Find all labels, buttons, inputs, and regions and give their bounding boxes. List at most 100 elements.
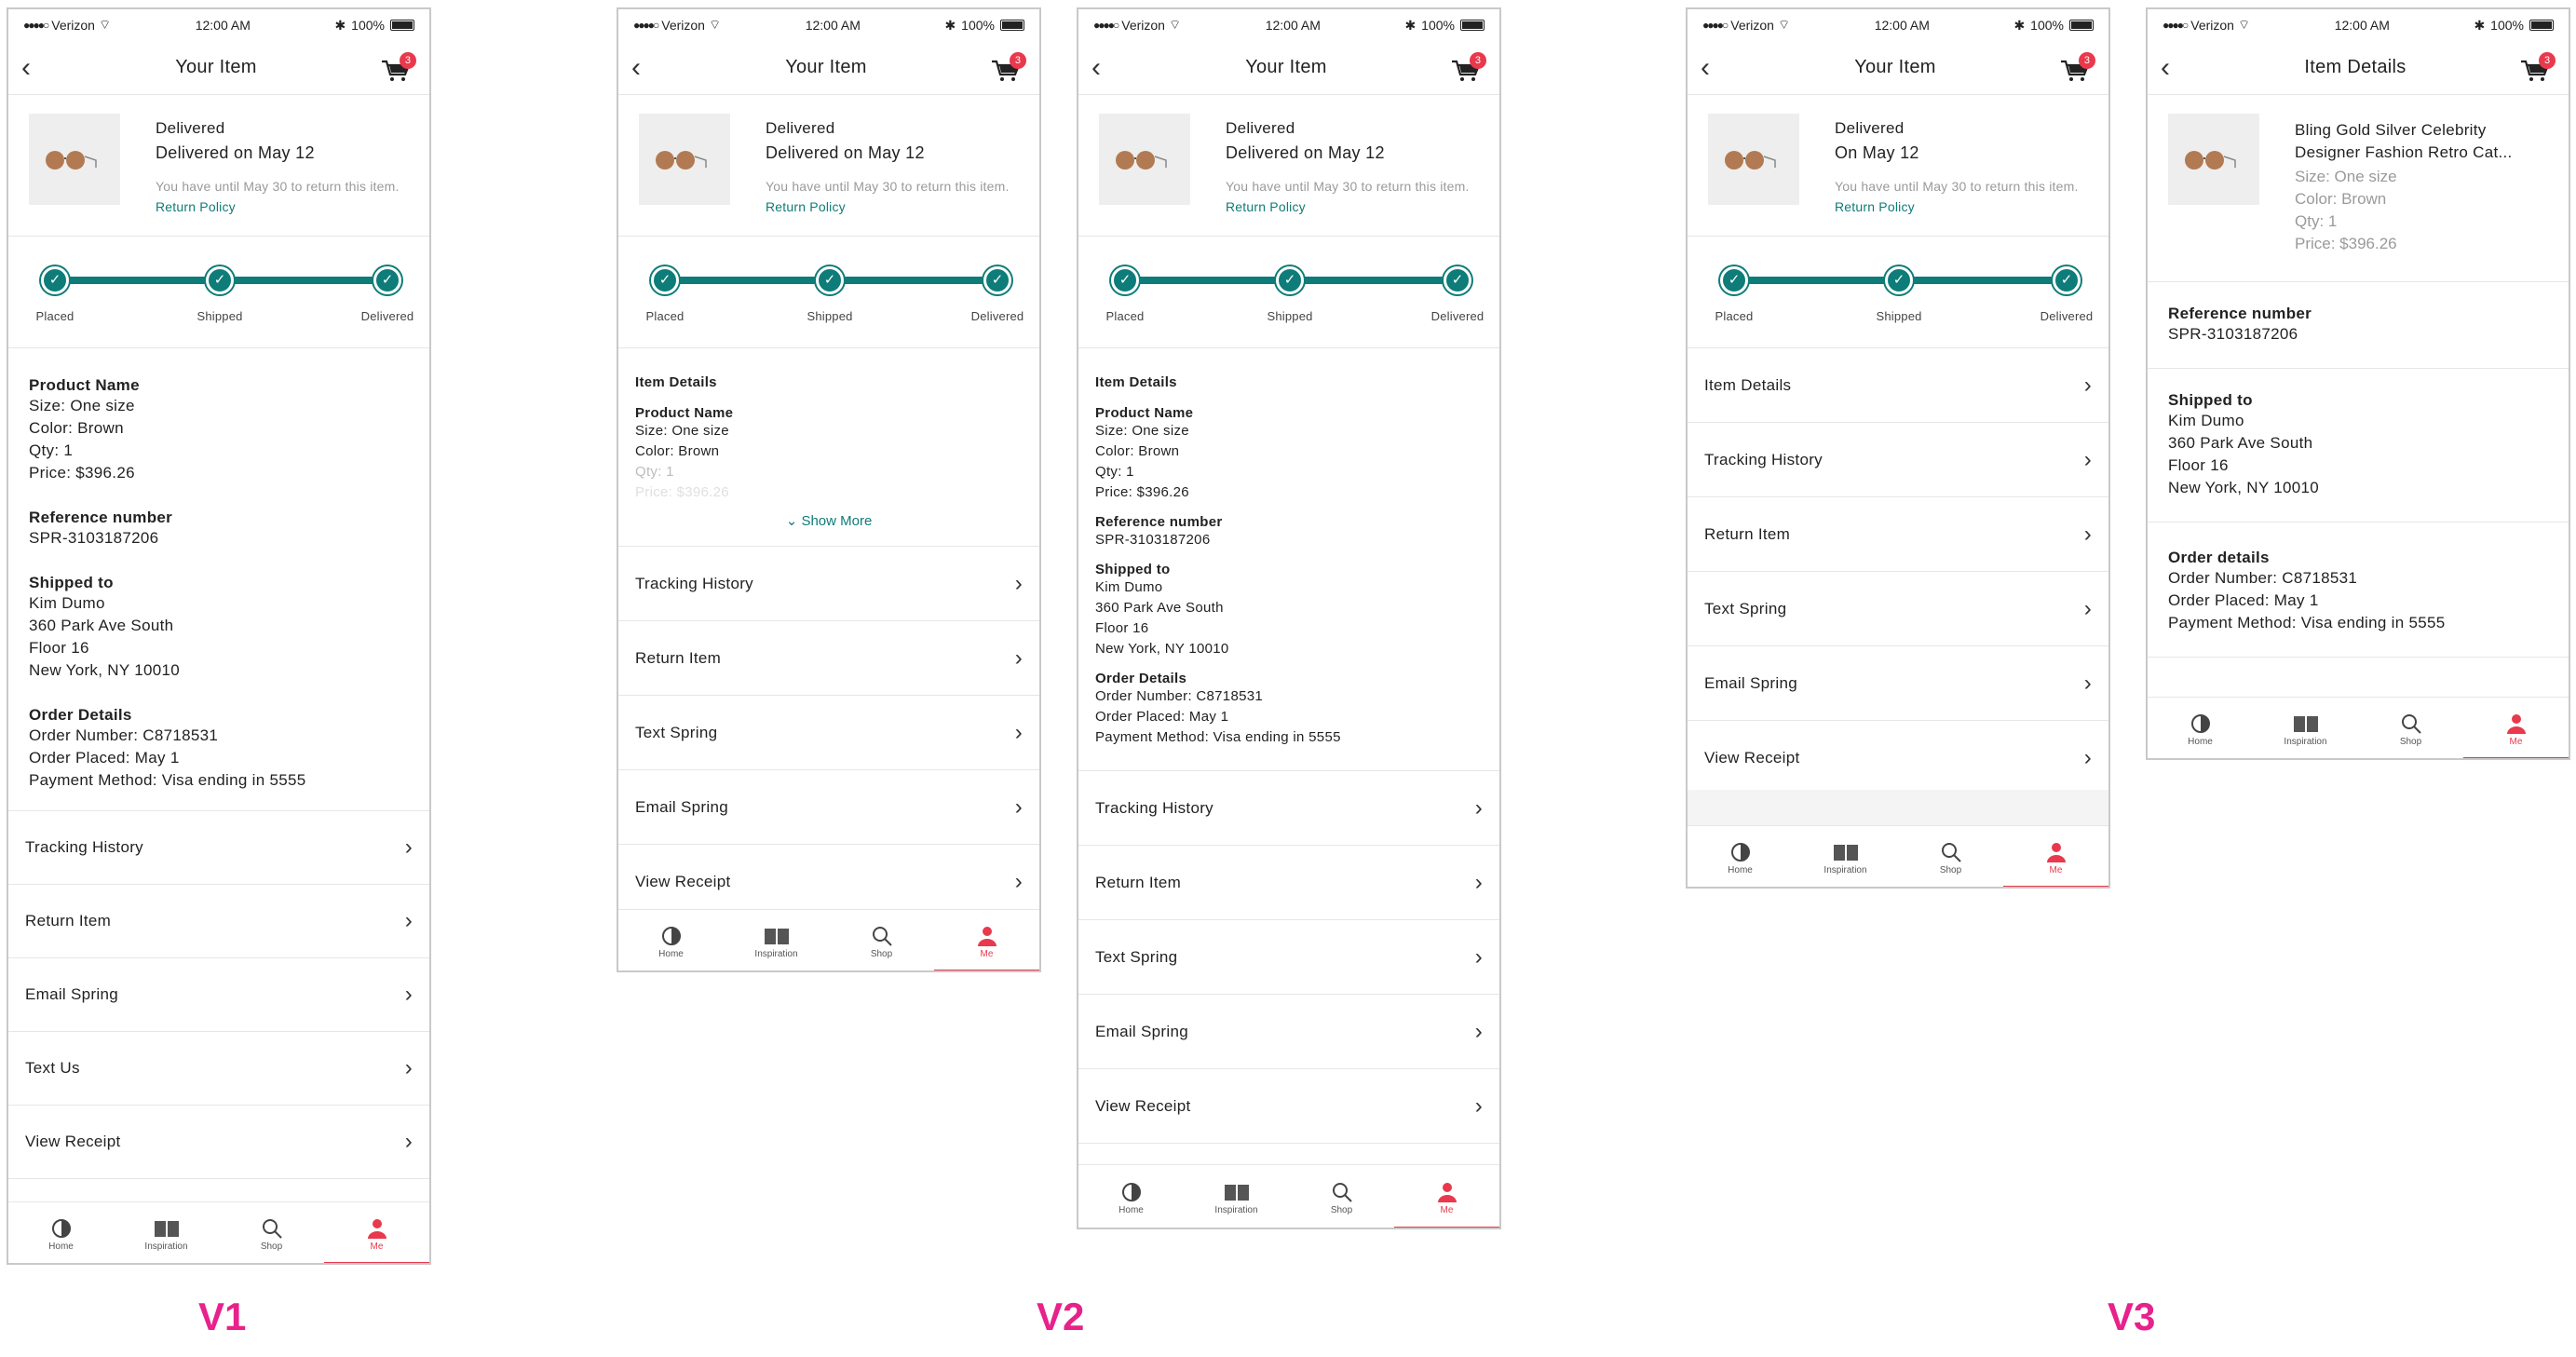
step-placed: Placed	[1715, 309, 1754, 323]
step-placed: Placed	[1105, 309, 1145, 323]
page-title: Your Item	[1245, 57, 1327, 77]
bluetooth-icon: ✱	[1404, 17, 1417, 33]
page-title: Your Item	[175, 57, 257, 77]
back-icon[interactable]: ‹	[21, 53, 53, 82]
cart-button[interactable]: 3	[2058, 51, 2095, 84]
row-text-spring[interactable]: Text Spring ›	[618, 696, 1039, 770]
ship-line: Floor 16	[2168, 456, 2229, 474]
tab-shop[interactable]: Shop	[829, 910, 934, 970]
row-return-item[interactable]: Return Item ›	[8, 885, 429, 958]
row-email-spring[interactable]: Email Spring ›	[8, 958, 429, 1032]
product-size: Size: One size	[1095, 423, 1189, 439]
row-view-receipt[interactable]: View Receipt ›	[1078, 1069, 1499, 1144]
product-name: Product Name	[1095, 405, 1194, 421]
product-size: Size: One size	[29, 397, 135, 414]
tab-me[interactable]: Me	[2003, 826, 2108, 887]
cart-button[interactable]: 3	[989, 51, 1026, 84]
tab-me[interactable]: Me	[1394, 1165, 1499, 1228]
row-view-receipt[interactable]: View Receipt ›	[618, 845, 1039, 919]
order-line: Order Placed: May 1	[29, 749, 180, 767]
row-view-receipt[interactable]: View Receipt ›	[1688, 721, 2108, 795]
row-text-spring[interactable]: Text Spring ›	[1078, 920, 1499, 995]
step-placed: Placed	[35, 309, 75, 323]
tab-inspiration[interactable]: Inspiration	[114, 1202, 219, 1263]
back-icon[interactable]: ‹	[1701, 53, 1732, 82]
row-return-item[interactable]: Return Item ›	[1688, 497, 2108, 572]
step-delivered: Delivered	[970, 309, 1024, 323]
wifi-icon: ⌔	[708, 17, 722, 32]
spacer	[1688, 790, 2108, 825]
tab-home[interactable]: Home	[618, 910, 724, 970]
tracking-progress: ✓ ✓ ✓ Placed Shipped Delivered	[1688, 237, 2108, 348]
tab-home[interactable]: Home	[1078, 1165, 1184, 1228]
step-shipped: Shipped	[807, 309, 853, 323]
tab-inspiration[interactable]: Inspiration	[2253, 698, 2358, 758]
search-icon	[261, 1215, 283, 1242]
tab-me[interactable]: Me	[324, 1202, 429, 1263]
tab-shop[interactable]: Shop	[1289, 1165, 1394, 1228]
tab-inspiration[interactable]: Inspiration	[1793, 826, 1898, 887]
product-thumbnail	[1099, 114, 1190, 205]
carrier: Verizon	[2190, 18, 2234, 33]
chevron-right-icon: ›	[404, 835, 413, 860]
show-more-button[interactable]: ⌄ Show More	[635, 503, 1023, 546]
return-policy-link[interactable]: Return Policy	[766, 199, 846, 214]
row-tracking-history[interactable]: Tracking History ›	[1078, 771, 1499, 846]
cart-button[interactable]: 3	[1449, 51, 1486, 84]
row-text-spring[interactable]: Text Spring ›	[1688, 572, 2108, 646]
tab-me[interactable]: Me	[2463, 698, 2569, 758]
order-line: Order Number: C8718531	[2168, 569, 2358, 587]
chevron-right-icon: ›	[1014, 570, 1023, 596]
chevron-right-icon: ›	[1014, 794, 1023, 820]
return-policy-link[interactable]: Return Policy	[1226, 199, 1306, 214]
back-icon[interactable]: ‹	[1091, 53, 1123, 82]
cart-button[interactable]: 3	[379, 51, 416, 84]
row-tracking-history[interactable]: Tracking History ›	[618, 547, 1039, 621]
tab-label: Inspiration	[754, 949, 798, 959]
ship-line: New York, NY 10010	[1095, 641, 1229, 657]
row-return-item[interactable]: Return Item ›	[1078, 846, 1499, 920]
row-item-details[interactable]: Item Details ›	[1688, 348, 2108, 423]
row-email-spring[interactable]: Email Spring ›	[618, 770, 1039, 845]
tab-home[interactable]: Home	[2148, 698, 2253, 758]
return-policy-link[interactable]: Return Policy	[156, 199, 236, 214]
chevron-right-icon: ›	[1014, 719, 1023, 745]
clock: 12:00 AM	[805, 18, 861, 33]
tab-shop[interactable]: Shop	[219, 1202, 324, 1263]
tab-me[interactable]: Me	[934, 910, 1039, 970]
order-details: Product Name Size: One size Color: Brown…	[8, 348, 429, 811]
back-icon[interactable]: ‹	[631, 53, 663, 82]
reference-number: SPR-3103187206	[29, 529, 159, 547]
product-color: Color: Brown	[635, 443, 720, 459]
row-return-item[interactable]: Return Item ›	[618, 621, 1039, 696]
row-label: Email Spring	[1095, 1022, 1188, 1040]
row-view-receipt[interactable]: View Receipt ›	[8, 1106, 429, 1179]
clock: 12:00 AM	[2334, 18, 2390, 33]
product-name: Product Name	[635, 405, 734, 421]
check-icon: ✓	[1444, 266, 1471, 294]
canvas: ●●●●○ Verizon ⌔ 12:00 AM ✱ 100% ‹ Your Item…	[0, 0, 2576, 1357]
tab-inspiration[interactable]: Inspiration	[1184, 1165, 1289, 1228]
cart-button[interactable]: 3	[2518, 51, 2556, 84]
row-tracking-history[interactable]: Tracking History ›	[1688, 423, 2108, 497]
tab-home[interactable]: Home	[8, 1202, 114, 1263]
row-label: Tracking History	[25, 838, 143, 856]
ship-line: New York, NY 10010	[29, 661, 180, 679]
row-text-us[interactable]: Text Us ›	[8, 1032, 429, 1106]
search-icon	[1940, 839, 1962, 865]
phone-v3-item-details: ●●●●○ Verizon ⌔ 12:00 AM ✱ 100% ‹ Item Deta…	[2146, 7, 2570, 760]
row-label: Tracking History	[1095, 798, 1213, 817]
battery-icon	[2068, 20, 2094, 31]
row-email-spring[interactable]: Email Spring ›	[1688, 646, 2108, 721]
tab-home[interactable]: Home	[1688, 826, 1793, 887]
tab-shop[interactable]: Shop	[2358, 698, 2463, 758]
tab-inspiration[interactable]: Inspiration	[724, 910, 829, 970]
order-line: Order Placed: May 1	[2168, 591, 2319, 609]
back-icon[interactable]: ‹	[2161, 53, 2192, 82]
return-policy-link[interactable]: Return Policy	[1835, 199, 1915, 214]
product-title: Bling Gold Silver Celebrity Designer Fas…	[2295, 121, 2513, 161]
row-tracking-history[interactable]: Tracking History ›	[8, 811, 429, 885]
tab-label: Me	[1440, 1205, 1454, 1215]
row-email-spring[interactable]: Email Spring ›	[1078, 995, 1499, 1069]
tab-shop[interactable]: Shop	[1898, 826, 2003, 887]
